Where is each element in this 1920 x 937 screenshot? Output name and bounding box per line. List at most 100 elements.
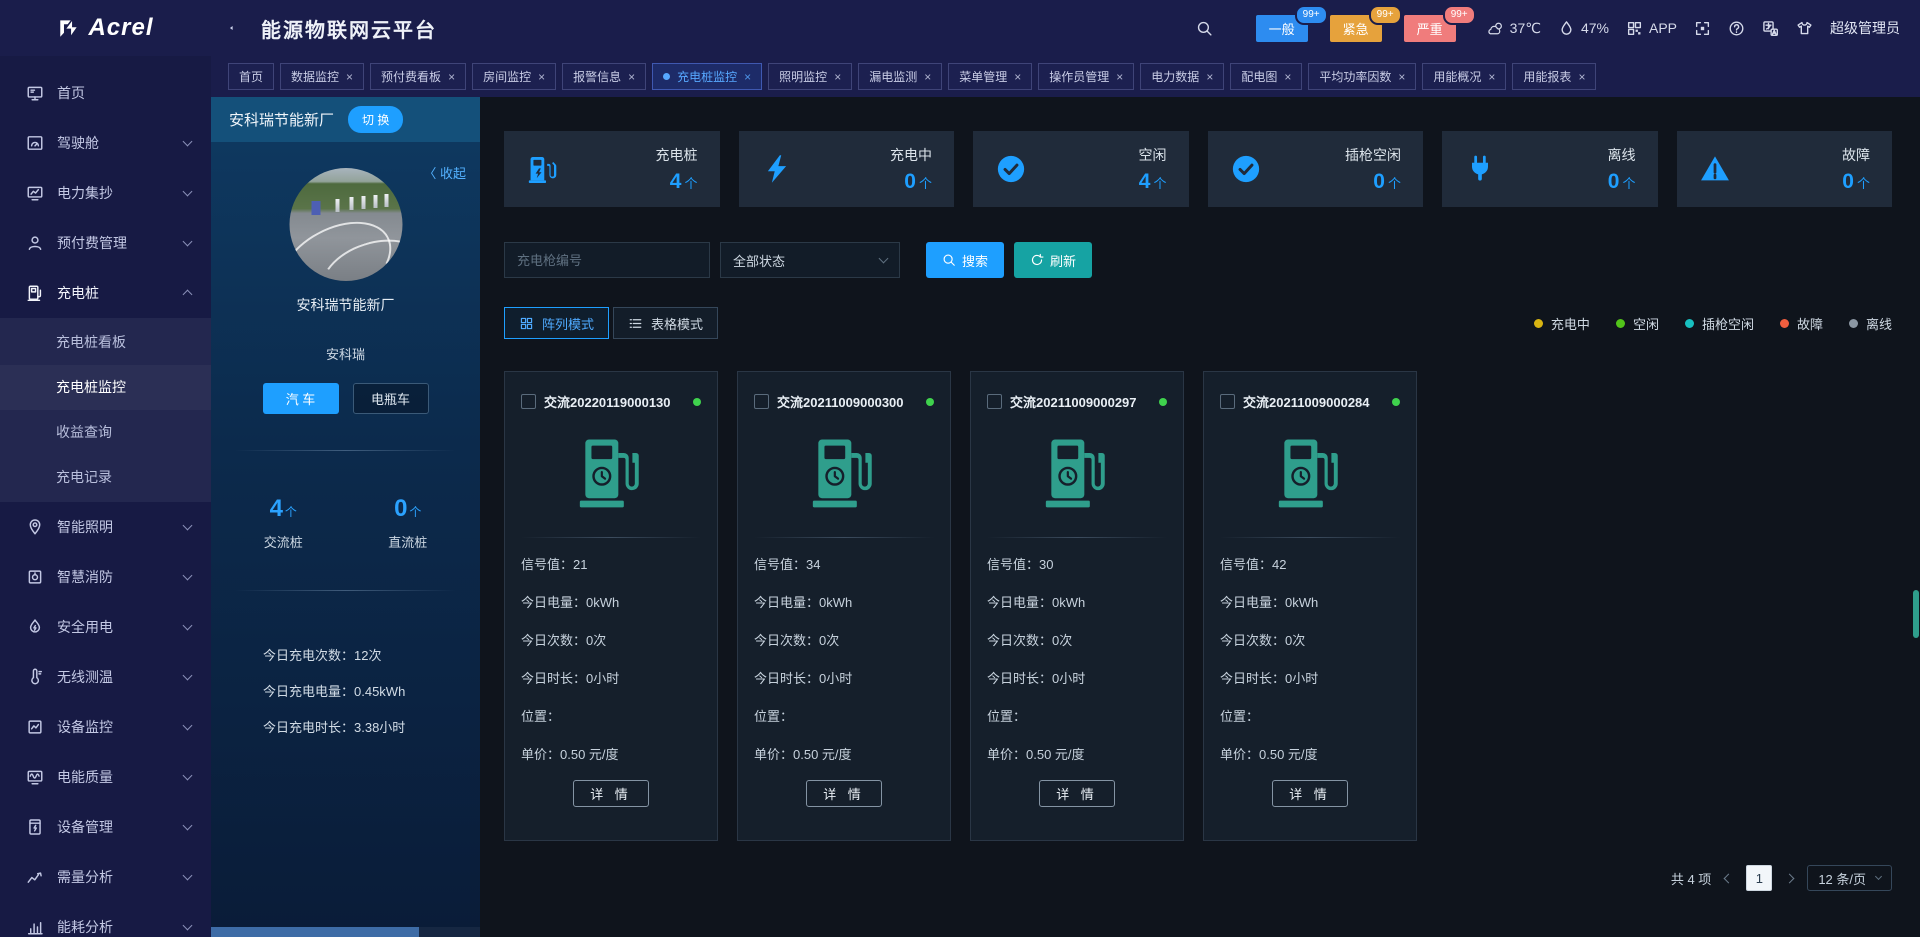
theme-skin-icon[interactable] <box>1796 20 1813 37</box>
view-mode-表格模式[interactable]: 表格模式 <box>613 307 718 339</box>
tab-close-icon[interactable]: × <box>1116 70 1123 84</box>
gun-number-input[interactable] <box>504 242 710 278</box>
detail-button[interactable]: 详 情 <box>806 780 882 807</box>
tab-数据监控[interactable]: 数据监控× <box>280 63 364 90</box>
summary-card-充电桩: 充电桩4个 <box>504 131 720 207</box>
summary-card-value: 0个 <box>890 170 932 194</box>
view-mode-label: 阵列模式 <box>542 314 594 333</box>
fullscreen-icon[interactable] <box>1694 20 1711 37</box>
sidebar-item-首页[interactable]: 首页 <box>0 68 211 118</box>
language-icon[interactable] <box>1762 20 1779 37</box>
page-vertical-scrollbar-thumb[interactable] <box>1913 590 1919 638</box>
sidebar-subitem-充电桩监控[interactable]: 充电桩监控 <box>0 365 211 410</box>
tab-close-icon[interactable]: × <box>1578 70 1585 84</box>
sidebar-subitem-充电记录[interactable]: 充电记录 <box>0 455 211 500</box>
sidebar-item-设备监控[interactable]: 设备监控 <box>0 702 211 752</box>
app-qr-entry[interactable]: APP <box>1626 20 1677 37</box>
tab-菜单管理[interactable]: 菜单管理× <box>948 63 1032 90</box>
tab-用能报表[interactable]: 用能报表× <box>1512 63 1596 90</box>
sidebar-subitem-充电桩看板[interactable]: 充电桩看板 <box>0 320 211 365</box>
tab-电力数据[interactable]: 电力数据× <box>1140 63 1224 90</box>
search-button[interactable]: 搜索 <box>926 242 1004 278</box>
page-size-select[interactable]: 12 条/页 <box>1807 865 1892 891</box>
help-icon[interactable] <box>1728 20 1745 37</box>
current-page[interactable]: 1 <box>1746 865 1772 891</box>
menu-fold-icon[interactable] <box>227 19 245 37</box>
status-select[interactable]: 全部状态 <box>720 242 900 278</box>
search-icon[interactable] <box>1196 20 1213 37</box>
tab-漏电监测[interactable]: 漏电监测× <box>858 63 942 90</box>
detail-button[interactable]: 详 情 <box>1039 780 1115 807</box>
collapse-chevron-glyph: 〈 <box>423 166 436 181</box>
main-content: 充电桩4个充电中0个空闲4个插枪空闲0个离线0个故障0个 全部状态 搜索 刷新 … <box>480 97 1920 937</box>
sidebar-item-智能照明[interactable]: 智能照明 <box>0 502 211 552</box>
checkbox[interactable] <box>1220 394 1235 409</box>
tab-close-icon[interactable]: × <box>924 70 931 84</box>
tab-用能概况[interactable]: 用能概况× <box>1422 63 1506 90</box>
summary-card-text: 充电中0个 <box>890 145 932 194</box>
tab-充电桩监控[interactable]: 充电桩监控× <box>652 63 762 90</box>
tab-配电图[interactable]: 配电图× <box>1230 63 1302 90</box>
tab-报警信息[interactable]: 报警信息× <box>562 63 646 90</box>
sidebar-item-智慧消防[interactable]: 智慧消防 <box>0 552 211 602</box>
detail-button[interactable]: 详 情 <box>1272 780 1348 807</box>
alarm-badge-critical[interactable]: 严重99+ <box>1404 15 1456 42</box>
tab-close-icon[interactable]: × <box>448 70 455 84</box>
panel-horizontal-scrollbar[interactable] <box>211 927 480 937</box>
status-legend: 充电中空闲插枪空闲故障离线 <box>1534 314 1892 333</box>
vehicle-tab-汽车[interactable]: 汽 车 <box>263 383 339 414</box>
sidebar-item-预付费管理[interactable]: 预付费管理 <box>0 218 211 268</box>
alarm-badge-general[interactable]: 一般99+ <box>1256 15 1308 42</box>
sidebar-item-无线测温[interactable]: 无线测温 <box>0 652 211 702</box>
summary-card-text: 离线0个 <box>1608 145 1636 194</box>
sidebar-item-设备管理[interactable]: 设备管理 <box>0 802 211 852</box>
sidebar-item-充电桩[interactable]: 充电桩 <box>0 268 211 318</box>
collapse-panel-link[interactable]: 〈 收起 <box>423 163 466 182</box>
tab-close-icon[interactable]: × <box>628 70 635 84</box>
chevron-left-icon <box>1724 873 1734 883</box>
prev-page-button[interactable] <box>1725 875 1732 882</box>
tab-close-icon[interactable]: × <box>744 70 751 84</box>
summary-value-unit: 个 <box>1857 176 1870 191</box>
view-mode-阵列模式[interactable]: 阵列模式 <box>504 307 609 339</box>
pile-card-footer: 详 情 <box>521 780 701 807</box>
summary-row: 充电桩4个充电中0个空闲4个插枪空闲0个离线0个故障0个 <box>504 131 1892 207</box>
tab-close-icon[interactable]: × <box>538 70 545 84</box>
tab-操作员管理[interactable]: 操作员管理× <box>1038 63 1134 90</box>
tab-首页[interactable]: 首页 <box>228 63 274 90</box>
detail-button[interactable]: 详 情 <box>573 780 649 807</box>
scrollbar-thumb[interactable] <box>211 927 419 937</box>
sidebar-item-需量分析[interactable]: 需量分析 <box>0 852 211 902</box>
tab-照明监控[interactable]: 照明监控× <box>768 63 852 90</box>
tab-房间监控[interactable]: 房间监控× <box>472 63 556 90</box>
count-number: 0 <box>394 495 407 522</box>
checkbox[interactable] <box>521 394 536 409</box>
summary-card-故障: 故障0个 <box>1677 131 1893 207</box>
tab-close-icon[interactable]: × <box>834 70 841 84</box>
tab-close-icon[interactable]: × <box>1206 70 1213 84</box>
tab-close-icon[interactable]: × <box>1284 70 1291 84</box>
qr-code-icon[interactable] <box>1626 20 1643 37</box>
alarm-badge-label: 紧急 <box>1343 22 1369 37</box>
checkbox[interactable] <box>987 394 1002 409</box>
vehicle-tab-电瓶车[interactable]: 电瓶车 <box>353 383 429 414</box>
alarm-badge-urgent[interactable]: 紧急99+ <box>1330 15 1382 42</box>
next-page-button[interactable] <box>1786 875 1793 882</box>
tab-close-icon[interactable]: × <box>1398 70 1405 84</box>
sidebar-subitem-收益查询[interactable]: 收益查询 <box>0 410 211 455</box>
user-name[interactable]: 超级管理员 <box>1830 18 1900 38</box>
tab-平均功率因数[interactable]: 平均功率因数× <box>1308 63 1416 90</box>
switch-station-button[interactable]: 切 换 <box>348 106 403 133</box>
tab-close-icon[interactable]: × <box>1488 70 1495 84</box>
tab-预付费看板[interactable]: 预付费看板× <box>370 63 466 90</box>
tab-close-icon[interactable]: × <box>1014 70 1021 84</box>
tab-close-icon[interactable]: × <box>346 70 353 84</box>
summary-card-label: 充电桩 <box>656 145 698 165</box>
sidebar-item-能耗分析[interactable]: 能耗分析 <box>0 902 211 937</box>
sidebar-item-电力集抄[interactable]: 电力集抄 <box>0 168 211 218</box>
sidebar-item-驾驶舱[interactable]: 驾驶舱 <box>0 118 211 168</box>
refresh-button[interactable]: 刷新 <box>1014 242 1092 278</box>
sidebar-item-电能质量[interactable]: 电能质量 <box>0 752 211 802</box>
sidebar-item-安全用电[interactable]: 安全用电 <box>0 602 211 652</box>
checkbox[interactable] <box>754 394 769 409</box>
